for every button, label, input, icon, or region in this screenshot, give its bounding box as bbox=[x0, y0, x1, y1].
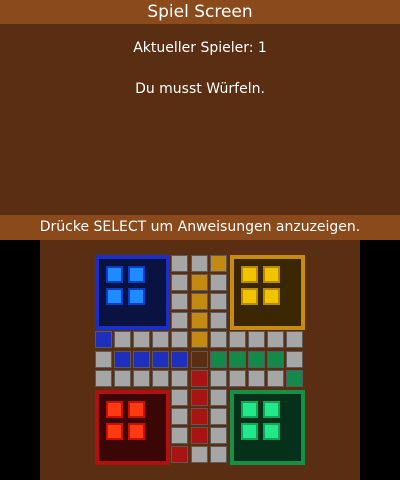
track-cell bbox=[286, 331, 303, 349]
red-pawn[interactable] bbox=[128, 423, 145, 440]
red-start-cell bbox=[171, 446, 189, 463]
track-cell bbox=[247, 369, 265, 387]
track-cell bbox=[171, 312, 189, 330]
blue-pawn[interactable] bbox=[128, 288, 145, 305]
center-cell bbox=[190, 350, 208, 368]
red-pawn[interactable] bbox=[106, 423, 123, 440]
green-home-area bbox=[230, 390, 305, 465]
track-cell bbox=[209, 331, 227, 349]
blue-goal-cell bbox=[171, 350, 189, 368]
ludo-board[interactable] bbox=[40, 240, 360, 480]
track-cell bbox=[171, 255, 189, 272]
blue-pawn[interactable] bbox=[106, 266, 123, 283]
track-cell bbox=[286, 350, 303, 368]
track-cell bbox=[114, 369, 132, 387]
track-cell bbox=[171, 293, 189, 311]
track-cell bbox=[171, 407, 189, 425]
blue-home-area bbox=[95, 255, 170, 330]
yellow-goal-cell bbox=[190, 312, 208, 330]
track-cell bbox=[209, 312, 227, 330]
track-cell bbox=[266, 369, 284, 387]
track-cell bbox=[209, 274, 227, 292]
current-player-label: Aktueller Spieler: 1 bbox=[133, 40, 267, 56]
red-goal-cell bbox=[190, 407, 208, 425]
red-pawn[interactable] bbox=[128, 401, 145, 418]
track-cell bbox=[228, 331, 246, 349]
green-goal-cell bbox=[266, 350, 284, 368]
blue-pawn[interactable] bbox=[106, 288, 123, 305]
red-goal-cell bbox=[190, 388, 208, 406]
track-cell bbox=[171, 369, 189, 387]
track-cell bbox=[171, 426, 189, 444]
track-cell bbox=[209, 446, 227, 463]
top-screen: Spiel Screen Aktueller Spieler: 1 Du mus… bbox=[0, 0, 400, 240]
track-cell bbox=[152, 369, 170, 387]
green-pawn[interactable] bbox=[263, 401, 280, 418]
track-cell bbox=[133, 369, 151, 387]
track-cell bbox=[95, 350, 112, 368]
status-message: Du musst Würfeln. bbox=[135, 81, 265, 97]
track-cell bbox=[247, 331, 265, 349]
blue-start-cell bbox=[95, 331, 112, 349]
red-goal-cell bbox=[190, 426, 208, 444]
track-cell bbox=[171, 274, 189, 292]
yellow-pawn[interactable] bbox=[241, 288, 258, 305]
track-cell bbox=[190, 446, 208, 463]
track-cell bbox=[266, 331, 284, 349]
red-goal-cell bbox=[190, 369, 208, 387]
yellow-pawn[interactable] bbox=[263, 266, 280, 283]
track-cell bbox=[209, 293, 227, 311]
track-cell bbox=[209, 426, 227, 444]
yellow-goal-cell bbox=[190, 274, 208, 292]
track-cell bbox=[209, 388, 227, 406]
yellow-pawn[interactable] bbox=[263, 288, 280, 305]
track-cell bbox=[171, 388, 189, 406]
track-cell bbox=[133, 331, 151, 349]
track-cell bbox=[228, 369, 246, 387]
instruction-hint: Drücke SELECT um Anweisungen anzuzeigen. bbox=[0, 215, 400, 240]
green-goal-cell bbox=[247, 350, 265, 368]
blue-goal-cell bbox=[152, 350, 170, 368]
blue-pawn[interactable] bbox=[128, 266, 145, 283]
yellow-pawn[interactable] bbox=[241, 266, 258, 283]
screen-title: Spiel Screen bbox=[0, 0, 400, 24]
track-cell bbox=[190, 255, 208, 272]
yellow-goal-cell bbox=[190, 331, 208, 349]
yellow-goal-cell bbox=[190, 293, 208, 311]
red-pawn[interactable] bbox=[106, 401, 123, 418]
track-cell bbox=[209, 369, 227, 387]
track-cell bbox=[114, 331, 132, 349]
green-goal-cell bbox=[209, 350, 227, 368]
yellow-home-area bbox=[230, 255, 305, 330]
red-home-area bbox=[95, 390, 170, 465]
green-start-cell bbox=[286, 369, 303, 387]
green-pawn[interactable] bbox=[241, 423, 258, 440]
green-goal-cell bbox=[228, 350, 246, 368]
track-cell bbox=[152, 331, 170, 349]
bottom-screen bbox=[40, 240, 360, 480]
green-pawn[interactable] bbox=[241, 401, 258, 418]
track-cell bbox=[95, 369, 112, 387]
track-cell bbox=[209, 407, 227, 425]
blue-goal-cell bbox=[133, 350, 151, 368]
yellow-start-cell bbox=[209, 255, 227, 272]
blue-goal-cell bbox=[114, 350, 132, 368]
track-cell bbox=[171, 331, 189, 349]
green-pawn[interactable] bbox=[263, 423, 280, 440]
